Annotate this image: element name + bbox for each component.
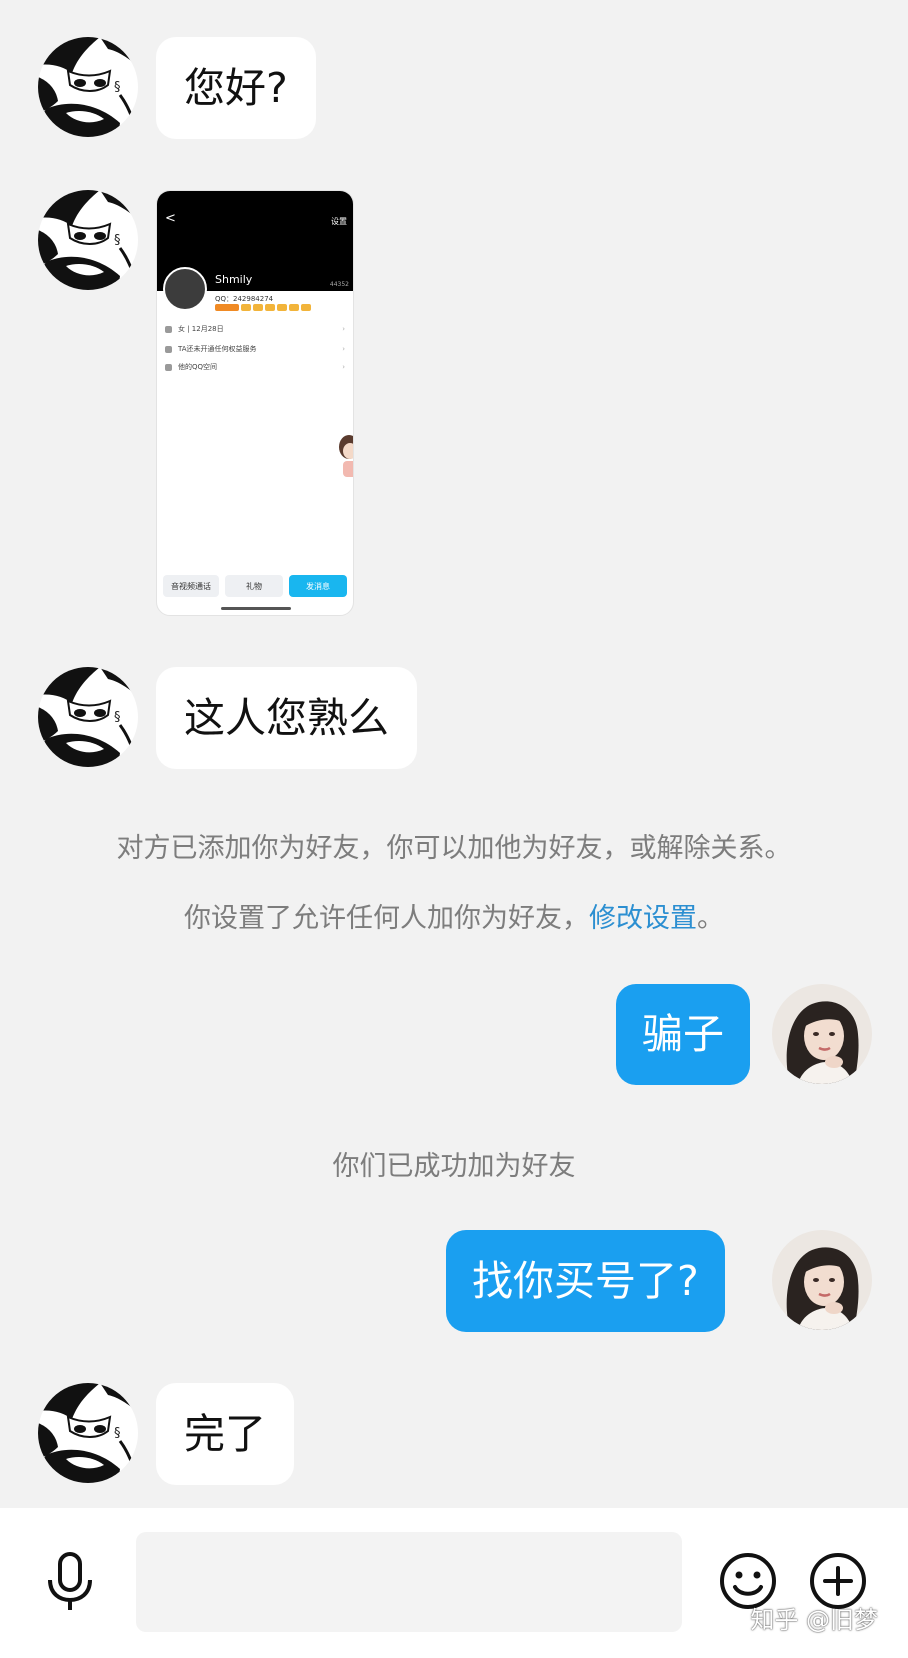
manga-avatar-image [38,1383,138,1483]
incoming-message-bubble[interactable]: 您好? [156,37,316,139]
user-icon [165,325,172,333]
incoming-message-bubble[interactable]: 这人您熟么 [156,667,417,769]
service-icon [165,345,172,353]
message-text: 完了 [184,1409,266,1458]
system-notice-now-friends: 你们已成功加为好友 [332,1151,576,1182]
outgoing-message-bubble[interactable]: 骗子 [616,984,750,1085]
star-icon [165,363,172,371]
message-text: 骗子 [642,1010,724,1058]
incoming-message-bubble[interactable]: 完了 [156,1383,294,1485]
manga-avatar-image [38,667,138,767]
screenshot-profile-avatar [163,267,207,311]
screenshot-home-indicator [221,607,291,610]
girl-avatar-image [772,1230,872,1330]
screenshot-gift-button: 礼物 [225,575,283,597]
contact-avatar[interactable] [38,667,138,767]
screenshot-like-count: 44352 [329,281,349,288]
screenshot-info-row: 他的QQ空间 › [165,362,345,372]
screenshot-info-row: 女 | 12月28日 › [165,324,345,334]
manga-avatar-image [38,190,138,290]
modify-settings-link[interactable]: 修改设置 [589,903,697,934]
contact-avatar[interactable] [38,37,138,137]
my-avatar[interactable] [772,984,872,1084]
screenshot-mascot-girl-icon [339,435,353,477]
system-notice-friend-added: 对方已添加你为好友，你可以加他为好友，或解除关系。 [116,833,792,864]
screenshot-back-icon: < [165,211,176,226]
screenshot-settings-label: 设置 [331,217,347,226]
voice-button[interactable] [42,1552,98,1612]
screenshot-qq-number: QQ：242984274 [215,295,274,303]
image-message-profile-screenshot[interactable]: < 设置 44352 Shmily QQ：242984274 女 | 12月28… [156,190,354,616]
zhihu-watermark: 知乎 @旧梦 [750,1606,878,1634]
screenshot-video-call-button: 音视频通话 [163,575,219,597]
contact-avatar[interactable] [38,190,138,290]
screenshot-profile-name: Shmily [215,273,253,286]
system-notice-settings: 你设置了允许任何人加你为好友，修改设置。 [184,903,724,934]
screenshot-level-badges [215,304,311,312]
my-avatar[interactable] [772,1230,872,1330]
outgoing-message-bubble[interactable]: 找你买号了? [446,1230,725,1332]
message-text: 找你买号了? [472,1256,699,1305]
screenshot-send-message-button: 发消息 [289,575,347,597]
message-input[interactable] [136,1532,682,1632]
message-text: 您好? [184,63,288,112]
message-text: 这人您熟么 [184,693,389,742]
microphone-icon [48,1552,92,1610]
screenshot-info-row: TA还未开通任何权益服务 › [165,344,345,354]
contact-avatar[interactable] [38,1383,138,1483]
manga-avatar-image [38,37,138,137]
girl-avatar-image [772,984,872,1084]
